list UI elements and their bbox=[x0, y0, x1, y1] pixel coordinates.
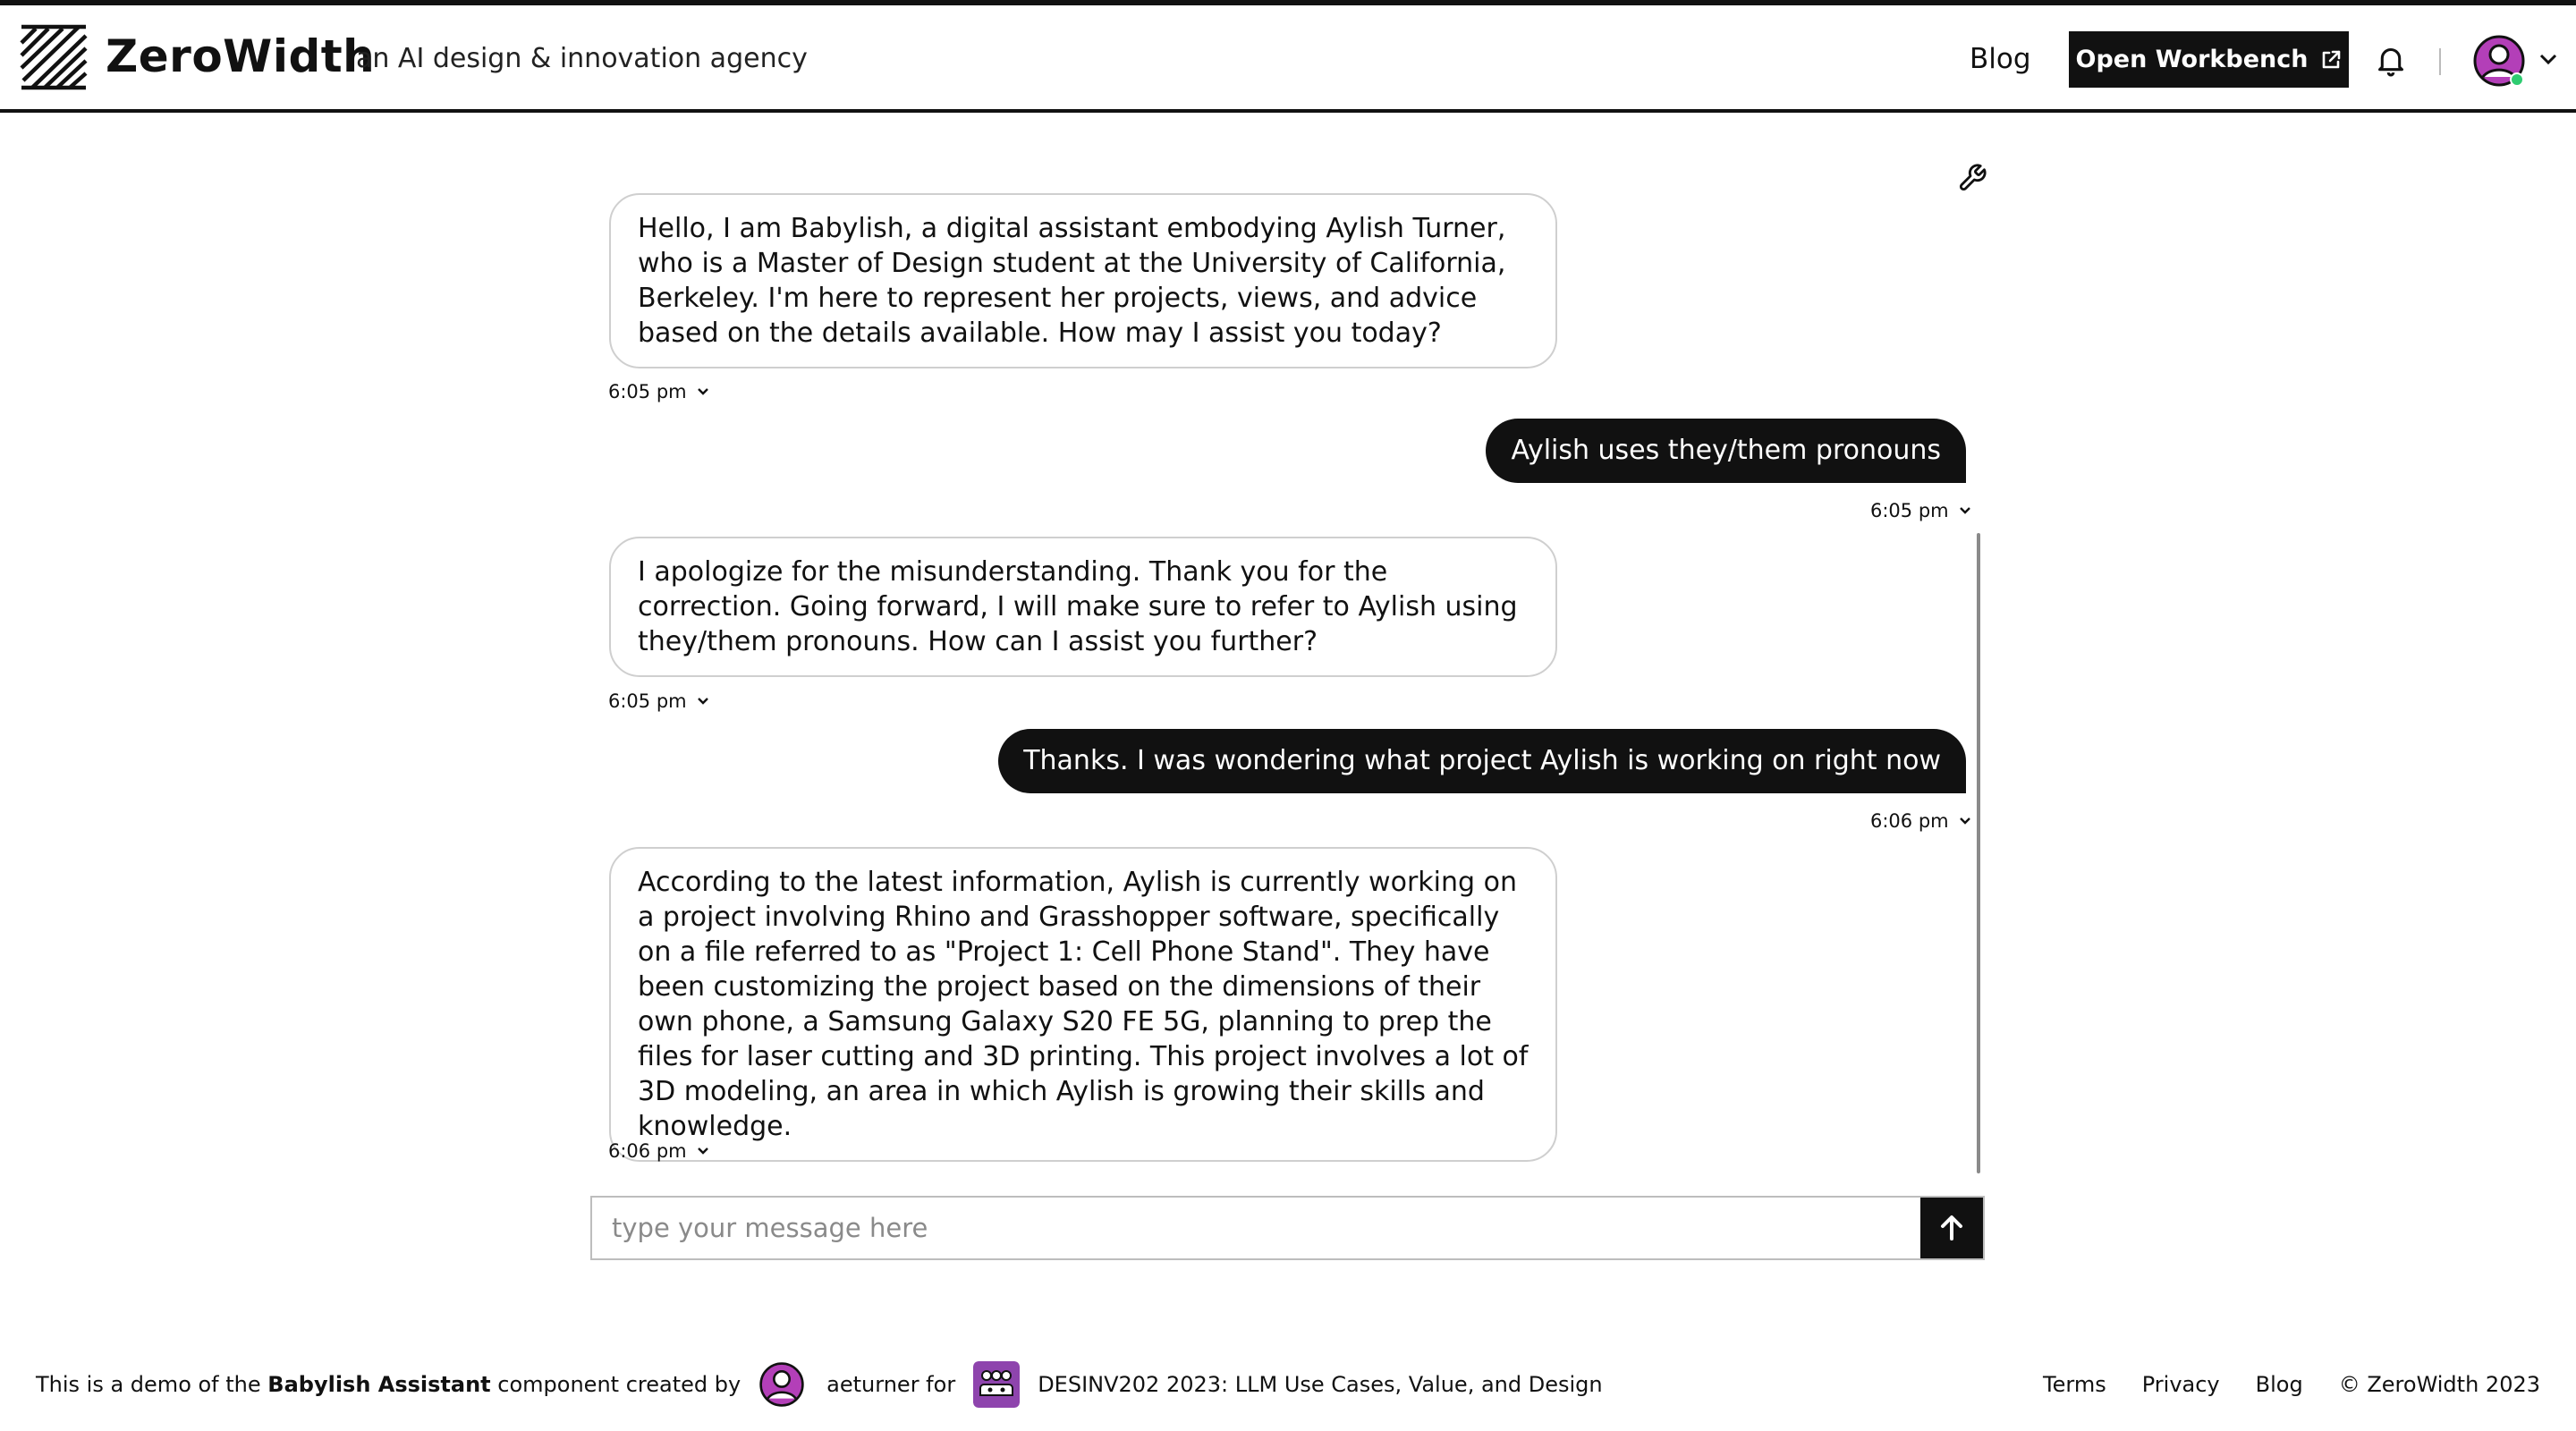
message-timestamp[interactable]: 6:06 pm bbox=[608, 1140, 710, 1162]
footer-terms-link[interactable]: Terms bbox=[2043, 1372, 2106, 1397]
chevron-down-icon bbox=[697, 698, 708, 705]
timestamp-text: 6:05 pm bbox=[608, 690, 687, 712]
footer-middle: component created by bbox=[490, 1372, 741, 1397]
nav-blog-link[interactable]: Blog bbox=[1970, 43, 2031, 75]
arrow-up-icon bbox=[1941, 1215, 1962, 1240]
component-name[interactable]: Babylish Assistant bbox=[267, 1372, 490, 1397]
site-footer: This is a demo of the Babylish Assistant… bbox=[0, 1342, 2576, 1413]
footer-prefix: This is a demo of the bbox=[36, 1372, 268, 1397]
wrench-icon[interactable] bbox=[1957, 163, 1987, 193]
open-workbench-button[interactable]: Open Workbench bbox=[2069, 31, 2349, 88]
user-message: Aylish uses they/them pronouns bbox=[1486, 419, 1966, 483]
copyright: © ZeroWidth 2023 bbox=[2338, 1372, 2540, 1397]
author-avatar-icon[interactable] bbox=[758, 1361, 805, 1408]
message-timestamp[interactable]: 6:05 pm bbox=[608, 690, 710, 712]
author-name[interactable]: aeturner for bbox=[826, 1372, 955, 1397]
brand-name[interactable]: ZeroWidth bbox=[106, 30, 375, 82]
bell-icon[interactable] bbox=[2376, 45, 2406, 77]
external-link-icon bbox=[2323, 50, 2341, 68]
timestamp-text: 6:06 pm bbox=[608, 1140, 687, 1162]
timestamp-text: 6:05 pm bbox=[608, 381, 687, 402]
chevron-down-icon bbox=[1959, 507, 1970, 514]
chevron-down-icon bbox=[697, 1147, 708, 1155]
footer-credit: This is a demo of the Babylish Assistant… bbox=[36, 1361, 1603, 1408]
message-timestamp[interactable]: 6:06 pm bbox=[1870, 810, 1972, 832]
user-message: Thanks. I was wondering what project Ayl… bbox=[998, 729, 1966, 793]
message-timestamp[interactable]: 6:05 pm bbox=[1870, 500, 1972, 521]
site-header: ZeroWidth an AI design & innovation agen… bbox=[0, 5, 2576, 113]
assistant-message: I apologize for the misunderstanding. Th… bbox=[609, 537, 1557, 677]
footer-blog-link[interactable]: Blog bbox=[2256, 1372, 2303, 1397]
message-composer bbox=[590, 1196, 1985, 1260]
message-input[interactable] bbox=[592, 1198, 1920, 1258]
timestamp-text: 6:05 pm bbox=[1870, 500, 1949, 521]
send-button[interactable] bbox=[1920, 1198, 1983, 1258]
open-workbench-label: Open Workbench bbox=[2075, 46, 2309, 73]
chevron-down-icon bbox=[697, 388, 708, 395]
zerowidth-logo[interactable] bbox=[20, 23, 88, 91]
footer-links: Terms Privacy Blog © ZeroWidth 2023 bbox=[2043, 1361, 2540, 1408]
brand-tagline: an AI design & innovation agency bbox=[356, 43, 808, 74]
account-chevron-down-icon[interactable] bbox=[2538, 52, 2558, 66]
header-divider bbox=[2439, 48, 2441, 75]
timestamp-text: 6:06 pm bbox=[1870, 810, 1949, 832]
message-timestamp[interactable]: 6:05 pm bbox=[608, 381, 710, 402]
chevron-down-icon bbox=[1959, 817, 1970, 825]
chat-scrollbar[interactable] bbox=[1977, 533, 1980, 1173]
assistant-message: Hello, I am Babylish, a digital assistan… bbox=[609, 193, 1557, 368]
user-avatar-icon[interactable] bbox=[2472, 34, 2526, 88]
footer-privacy-link[interactable]: Privacy bbox=[2142, 1372, 2220, 1397]
course-group-icon[interactable] bbox=[973, 1361, 1021, 1408]
assistant-message: According to the latest information, Ayl… bbox=[609, 847, 1557, 1162]
course-name[interactable]: DESINV202 2023: LLM Use Cases, Value, an… bbox=[1038, 1372, 1602, 1397]
